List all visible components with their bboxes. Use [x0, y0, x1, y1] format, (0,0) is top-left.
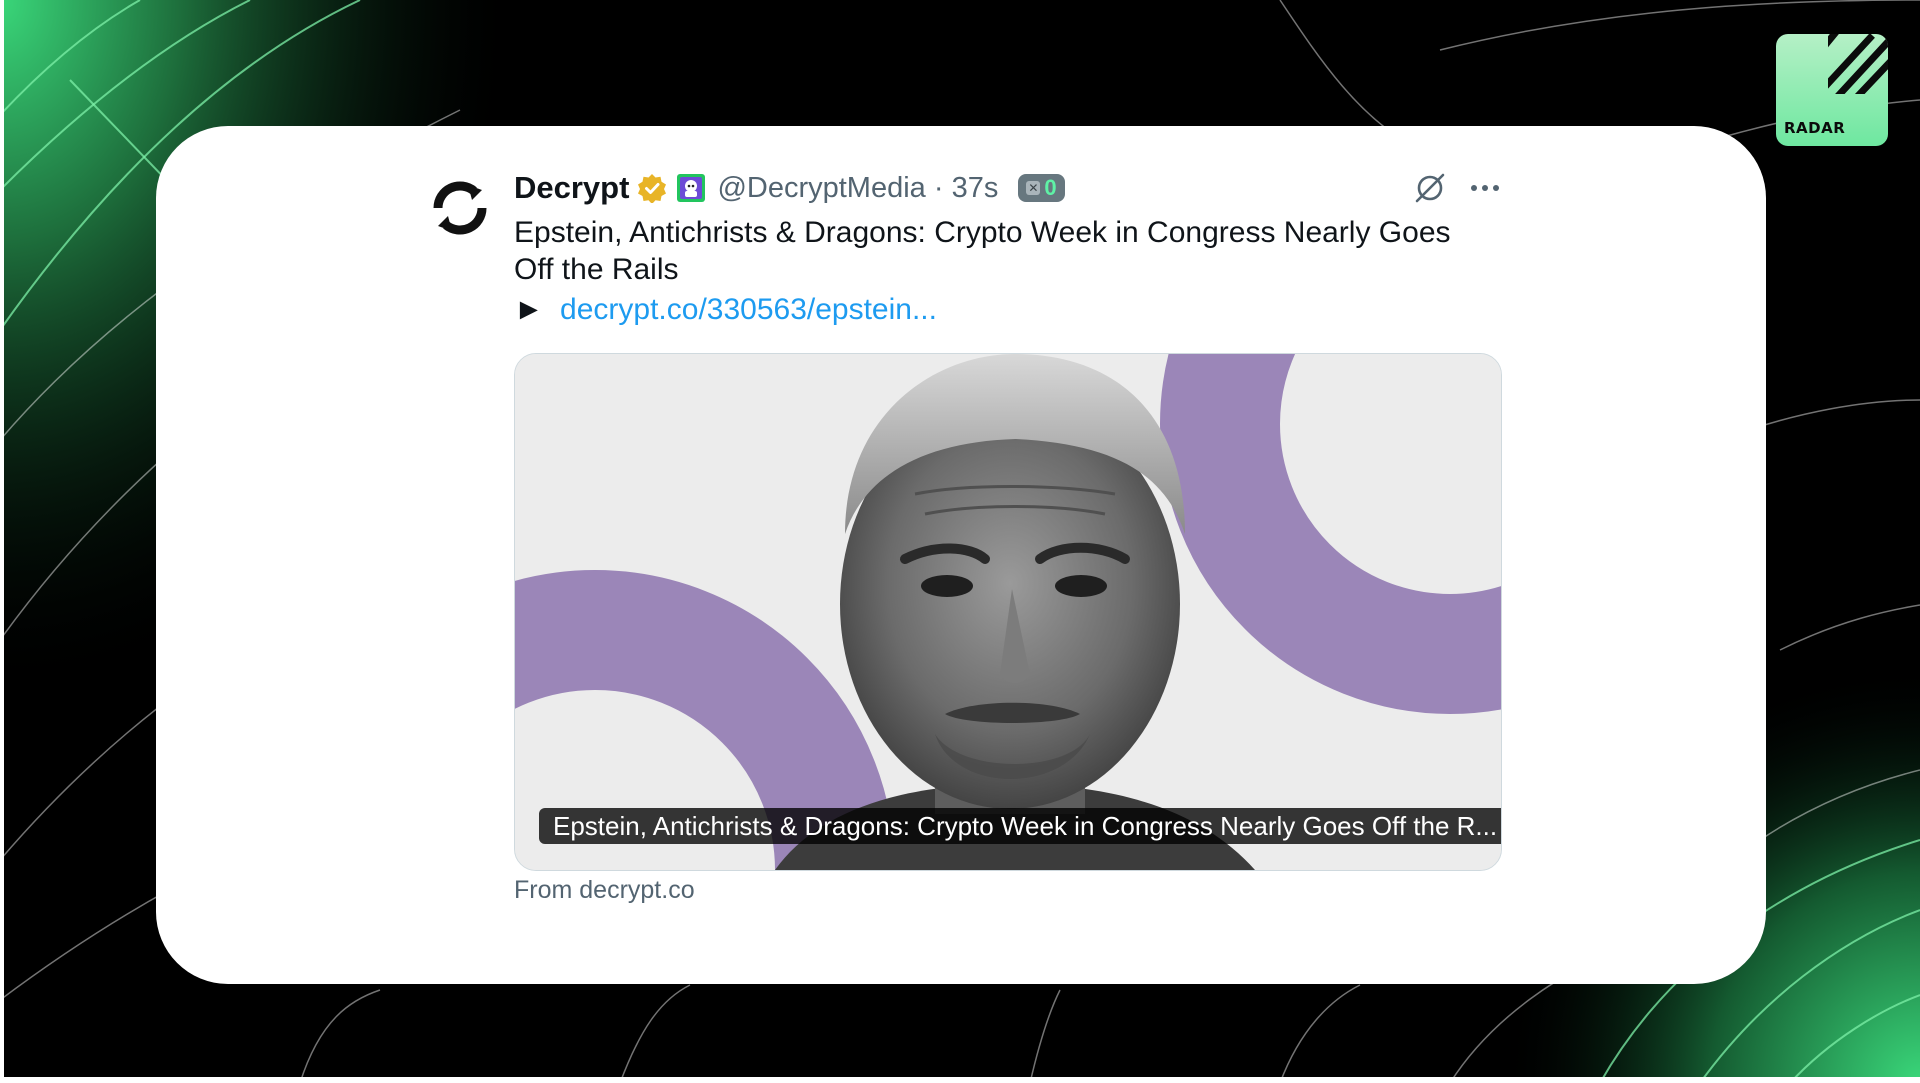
tweet-link-row: ► decrypt.co/330563/epstein...: [514, 292, 937, 328]
article-link[interactable]: decrypt.co/330563/epstein...: [560, 293, 937, 326]
radar-logo-text: RADAR: [1784, 119, 1846, 137]
verified-badge-icon: [638, 174, 667, 203]
play-pointer-icon: ►: [514, 293, 544, 326]
author-name[interactable]: Decrypt: [514, 170, 629, 206]
tweet-text: Epstein, Antichrists & Dragons: Crypto W…: [514, 216, 1451, 286]
affiliate-avatar-icon[interactable]: [677, 174, 706, 202]
link-card-image[interactable]: Epstein, Antichrists & Dragons: Crypto W…: [514, 353, 1502, 871]
article-photo: [515, 354, 1501, 870]
link-card-caption: Epstein, Antichrists & Dragons: Crypto W…: [539, 808, 1501, 844]
grok-icon[interactable]: [1412, 170, 1448, 206]
more-icon[interactable]: [1468, 174, 1502, 202]
tweet-time[interactable]: 37s: [952, 172, 999, 204]
radar-stripes-icon: [1828, 34, 1888, 94]
badge-count: 0: [1044, 175, 1057, 200]
engagement-badge[interactable]: ✕ 0: [1018, 174, 1065, 202]
tweet-header: Decrypt @DecryptMedia · 37s ✕ 0: [514, 168, 1065, 208]
decrypt-logo-icon[interactable]: [424, 172, 496, 244]
meta-separator: ·: [933, 171, 944, 204]
frame-edge-left: [0, 0, 4, 1083]
author-handle[interactable]: @DecryptMedia · 37s: [717, 172, 998, 205]
link-source[interactable]: From decrypt.co: [514, 876, 695, 905]
x-logo-icon: ✕: [1026, 181, 1041, 195]
radar-logo: RADAR: [1776, 34, 1888, 146]
frame-edge-bottom: [0, 1077, 1920, 1083]
